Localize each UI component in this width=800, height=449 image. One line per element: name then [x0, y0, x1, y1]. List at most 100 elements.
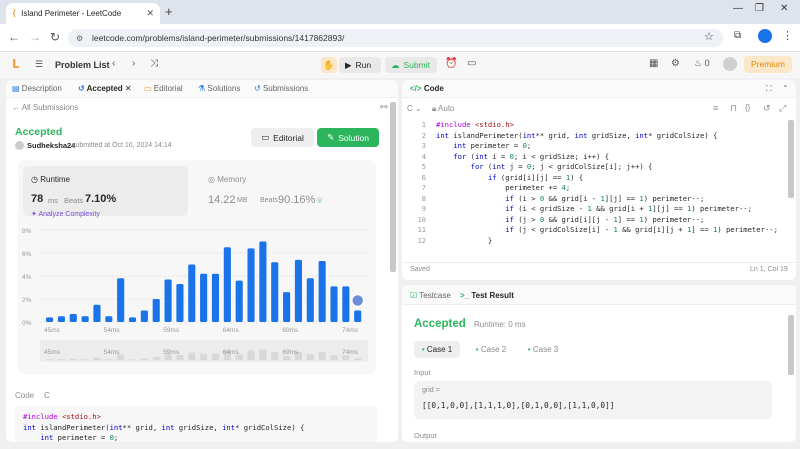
- runtime-bar[interactable]: [140, 310, 148, 323]
- tab-solutions[interactable]: ⚗ Solutions: [198, 84, 240, 93]
- run-button[interactable]: ▶ Run: [339, 57, 381, 73]
- bookmark-icon[interactable]: ⊓: [730, 103, 737, 114]
- your-submission-marker[interactable]: [350, 293, 365, 308]
- runtime-bar[interactable]: [105, 316, 113, 322]
- tab-test-result[interactable]: >_ Test Result: [460, 291, 514, 300]
- result-scrollbar[interactable]: [788, 315, 794, 375]
- case-2-tab[interactable]: • Case 2: [468, 341, 514, 358]
- premium-button[interactable]: Premium: [744, 56, 792, 73]
- tab-testcase[interactable]: ☑ Testcase: [410, 291, 451, 300]
- analyze-complexity-link[interactable]: ✦ Analyze Complexity: [31, 210, 100, 218]
- bookmark-star-icon[interactable]: ☆: [704, 30, 714, 43]
- left-scrollbar[interactable]: [390, 102, 396, 272]
- runtime-bar[interactable]: [188, 264, 196, 323]
- layout-icon[interactable]: ▦: [649, 58, 658, 69]
- submit-button[interactable]: ☁ Submit: [385, 57, 437, 73]
- close-tab-x-icon[interactable]: ✕: [125, 84, 132, 93]
- code-line: int perimeter = 0;: [453, 141, 532, 150]
- link-icon[interactable]: ⚯: [380, 102, 388, 113]
- runtime-bar[interactable]: [271, 262, 279, 322]
- maximize-editor-icon[interactable]: ⛶: [766, 84, 772, 94]
- browser-menu-icon[interactable]: ⋮: [782, 29, 793, 42]
- runtime-bar[interactable]: [306, 278, 314, 322]
- runtime-bar[interactable]: [330, 286, 338, 322]
- braces-icon[interactable]: {}: [745, 103, 750, 112]
- editorial-button[interactable]: ▭ Editorial: [251, 128, 314, 147]
- close-window-icon[interactable]: ✕: [780, 3, 788, 14]
- runtime-bar[interactable]: [46, 317, 54, 322]
- runtime-bar[interactable]: [117, 278, 125, 322]
- all-submissions-link[interactable]: ← All Submissions: [12, 103, 78, 112]
- runtime-bar[interactable]: [69, 313, 77, 322]
- problem-list-link[interactable]: Problem List: [55, 60, 110, 70]
- reset-icon[interactable]: ↺: [763, 103, 771, 114]
- runtime-bar[interactable]: [235, 280, 243, 322]
- expand-icon[interactable]: ⤢: [779, 103, 786, 114]
- format-icon[interactable]: ≡: [713, 103, 718, 113]
- collapse-editor-icon[interactable]: ⌃: [782, 84, 789, 93]
- overview-bar: [93, 357, 101, 360]
- runtime-bar[interactable]: [283, 292, 291, 322]
- runtime-bar[interactable]: [354, 310, 362, 323]
- prev-problem-icon[interactable]: ‹: [112, 58, 115, 69]
- auto-mode[interactable]: 🔒︎ Auto: [432, 104, 455, 114]
- overview-bar: [57, 359, 65, 360]
- runtime-bar[interactable]: [247, 248, 255, 322]
- tab-submissions[interactable]: ↺ Submissions: [254, 84, 308, 93]
- user-avatar[interactable]: [723, 57, 737, 71]
- runtime-bar[interactable]: [152, 299, 160, 322]
- runtime-bar[interactable]: [223, 247, 231, 322]
- runtime-bar[interactable]: [164, 279, 172, 322]
- case-1-tab[interactable]: • Case 1: [414, 341, 460, 358]
- profile-avatar[interactable]: [758, 29, 772, 43]
- new-tab-icon[interactable]: +: [165, 4, 173, 19]
- runtime-distribution-chart[interactable]: 8% 6% 4% 2% 0% 45ms 45ms 54ms 54ms 59ms 59ms 64ms 64…: [18, 228, 376, 368]
- runtime-card[interactable]: [23, 166, 188, 216]
- overview-bar: [283, 356, 291, 360]
- description-icon: ▤: [12, 84, 20, 93]
- runtime-bar[interactable]: [259, 241, 267, 323]
- notes-icon[interactable]: ▭: [467, 58, 476, 69]
- tab-editorial[interactable]: ▭ Editorial: [144, 84, 183, 93]
- code-editor[interactable]: #include <stdio.h> int islandPerimeter(in…: [436, 120, 786, 248]
- memory-label[interactable]: ◎ Memory: [208, 175, 246, 184]
- extensions-icon[interactable]: ⧉: [734, 30, 741, 41]
- editor-scrollbar[interactable]: [788, 120, 794, 198]
- language-selector[interactable]: C ⌄: [407, 104, 422, 113]
- code-brackets-icon: </>: [410, 84, 422, 93]
- browser-tab[interactable]: ⟨ Island Perimeter - LeetCode ✕: [6, 3, 160, 24]
- runtime-bar[interactable]: [318, 261, 326, 322]
- next-problem-icon[interactable]: ›: [132, 58, 135, 69]
- maximize-icon[interactable]: ❐: [755, 3, 764, 14]
- runtime-bar[interactable]: [211, 273, 220, 322]
- x-tick-label: 59ms: [163, 327, 180, 334]
- tab-description[interactable]: ▤ Description: [12, 84, 62, 93]
- minimize-icon[interactable]: —: [733, 3, 743, 14]
- site-info-icon[interactable]: ⚙: [76, 34, 83, 43]
- runtime-bar[interactable]: [176, 284, 184, 322]
- reload-icon[interactable]: ↻: [50, 30, 60, 44]
- url-bar[interactable]: ⚙ leetcode.com/problems/island-perimeter…: [68, 29, 723, 47]
- runtime-bar[interactable]: [294, 259, 302, 322]
- overview-bar: [271, 352, 279, 360]
- forward-icon[interactable]: →: [29, 30, 41, 44]
- settings-gear-icon[interactable]: ⚙: [671, 58, 680, 69]
- solution-button[interactable]: ✎ Solution: [317, 128, 379, 147]
- runtime-bar[interactable]: [342, 286, 350, 322]
- back-icon[interactable]: ←: [8, 30, 20, 44]
- list-icon[interactable]: ☰: [35, 59, 43, 70]
- timer-icon[interactable]: ⏰: [445, 58, 457, 69]
- runtime-bar[interactable]: [93, 304, 101, 322]
- case-3-tab[interactable]: • Case 3: [520, 341, 566, 358]
- streak-counter[interactable]: ♨ 0: [694, 58, 710, 69]
- runtime-bar[interactable]: [81, 316, 89, 322]
- shuffle-icon[interactable]: ⤨: [150, 58, 158, 69]
- close-tab-icon[interactable]: ✕: [146, 8, 154, 19]
- debug-icon[interactable]: ✋: [321, 57, 337, 73]
- runtime-bar[interactable]: [128, 317, 137, 322]
- submission-user[interactable]: Sudheksha24: [27, 141, 75, 150]
- runtime-bar[interactable]: [200, 273, 208, 322]
- tab-accepted[interactable]: ↺ Accepted ✕: [78, 84, 132, 93]
- runtime-bar[interactable]: [57, 316, 65, 322]
- leetcode-logo-icon[interactable]: ᒪ: [12, 57, 20, 71]
